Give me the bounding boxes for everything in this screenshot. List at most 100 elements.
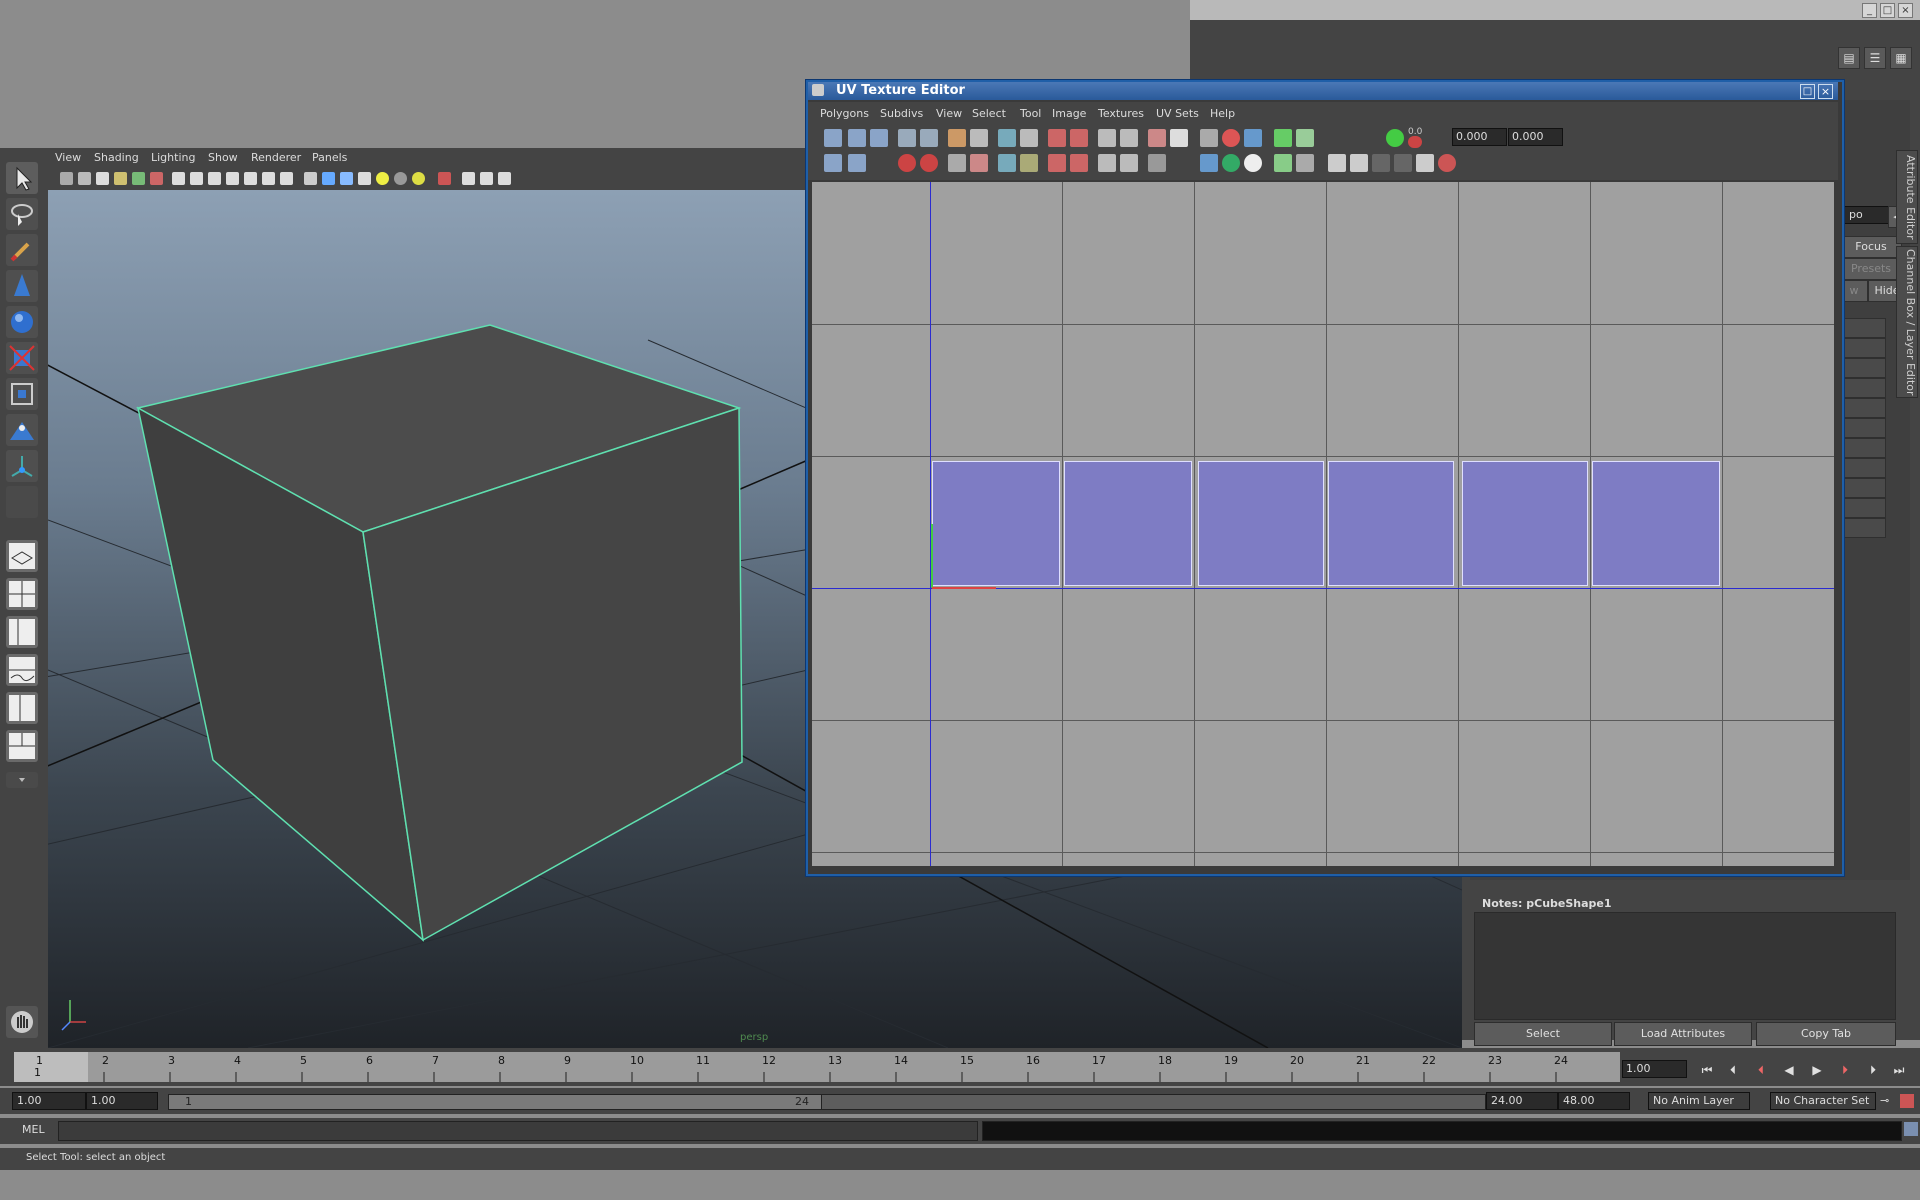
- step-forward-frame-icon[interactable]: ⏵: [1836, 1062, 1854, 1078]
- mel-label[interactable]: MEL: [22, 1123, 45, 1136]
- safe-title-icon[interactable]: [280, 172, 293, 185]
- attribute-row[interactable]: [1840, 518, 1886, 538]
- grid-toggle-icon[interactable]: [1200, 129, 1218, 147]
- uv-v-field[interactable]: 0.000: [1508, 128, 1563, 146]
- uv-shell-face[interactable]: [1064, 461, 1192, 586]
- attribute-row[interactable]: [1840, 478, 1886, 498]
- lasso-tool-icon[interactable]: [6, 198, 38, 230]
- focus-button[interactable]: Focus: [1840, 236, 1902, 258]
- uv-shell-face[interactable]: [1592, 461, 1720, 586]
- play-forwards-icon[interactable]: ▶: [1808, 1062, 1826, 1078]
- four-pane-layout-icon[interactable]: [6, 578, 38, 610]
- display-image-icon[interactable]: [1148, 129, 1166, 147]
- presets-button[interactable]: Presets: [1840, 258, 1902, 280]
- uv-select-icon[interactable]: [824, 129, 842, 147]
- checker-icon[interactable]: [1170, 129, 1188, 147]
- snap-icon[interactable]: [1222, 129, 1240, 147]
- time-slider[interactable]: [14, 1052, 1620, 1082]
- character-set-dropdown[interactable]: No Character Set: [1770, 1092, 1876, 1110]
- attribute-row[interactable]: [1840, 498, 1886, 518]
- scale-tool-icon[interactable]: [6, 342, 38, 374]
- viewport-menu-lighting[interactable]: Lighting: [151, 151, 195, 164]
- select-camera-icon[interactable]: [60, 172, 73, 185]
- cube-mesh[interactable]: [135, 324, 743, 942]
- field-chart-icon[interactable]: [244, 172, 257, 185]
- attribute-row[interactable]: [1840, 398, 1886, 418]
- gate-mask-icon[interactable]: [226, 172, 239, 185]
- alpha-channel-icon[interactable]: [1244, 154, 1262, 172]
- attribute-row[interactable]: [1840, 418, 1886, 438]
- split-uv-icon[interactable]: [970, 129, 988, 147]
- play-backwards-icon[interactable]: ◀: [1780, 1062, 1798, 1078]
- notes-textarea[interactable]: [1474, 912, 1896, 1020]
- cycle-uv-icon[interactable]: [1416, 154, 1434, 172]
- grid-uv-icon[interactable]: [1020, 129, 1038, 147]
- uv-shell-face[interactable]: [1198, 461, 1324, 586]
- hand-tool-icon[interactable]: [6, 1006, 38, 1038]
- animation-start-field[interactable]: 1.00: [12, 1092, 86, 1110]
- minimize-button[interactable]: _: [1862, 3, 1877, 18]
- uv-lattice-icon[interactable]: [824, 154, 842, 172]
- sew-uv-icon[interactable]: [948, 154, 966, 172]
- uv-move-icon[interactable]: [848, 154, 866, 172]
- uv-shell-face[interactable]: [1462, 461, 1588, 586]
- cut-uv-icon[interactable]: [948, 129, 966, 147]
- playback-start-field[interactable]: 1.00: [86, 1092, 158, 1110]
- attribute-row[interactable]: [1840, 318, 1886, 338]
- attribute-row[interactable]: [1840, 378, 1886, 398]
- playback-end-field[interactable]: 24.00: [1486, 1092, 1558, 1110]
- rotate-tool-icon[interactable]: [6, 306, 38, 338]
- rotate-ccw-icon[interactable]: [898, 154, 916, 172]
- range-slider-handle[interactable]: 1 24: [168, 1094, 822, 1110]
- layout-menu-icon[interactable]: [6, 772, 38, 788]
- move-tool-icon[interactable]: [6, 270, 38, 302]
- viewport-menu-renderer[interactable]: Renderer: [251, 151, 301, 164]
- image-range-icon[interactable]: [1148, 154, 1166, 172]
- uv-grid-area[interactable]: [812, 182, 1834, 866]
- node-name-field[interactable]: po: [1844, 206, 1892, 224]
- wireframe-on-shaded-icon[interactable]: [340, 172, 353, 185]
- key-icon[interactable]: ⊸: [1880, 1094, 1894, 1108]
- select-edge-icon[interactable]: [1120, 129, 1138, 147]
- show-button[interactable]: w: [1840, 280, 1868, 302]
- maximize-icon[interactable]: □: [1800, 84, 1815, 99]
- smooth-shade-icon[interactable]: [322, 172, 335, 185]
- select-button[interactable]: Select: [1474, 1022, 1612, 1046]
- shadows-icon[interactable]: [394, 172, 407, 185]
- checker-tile-icon[interactable]: [1296, 154, 1314, 172]
- uv-shell-face[interactable]: [1328, 461, 1454, 586]
- uv-menu-textures[interactable]: Textures: [1098, 107, 1144, 120]
- tool-settings-toggle-icon[interactable]: ☰: [1864, 47, 1886, 69]
- isolate-select-icon[interactable]: [438, 172, 451, 185]
- attribute-row[interactable]: [1840, 458, 1886, 478]
- align-max-u-icon[interactable]: [1070, 129, 1088, 147]
- attribute-row[interactable]: [1840, 358, 1886, 378]
- move-sew-icon[interactable]: [970, 154, 988, 172]
- universal-manip-icon[interactable]: [6, 378, 38, 410]
- texture-borders-icon[interactable]: [1200, 154, 1218, 172]
- outliner-layout-icon[interactable]: [6, 616, 38, 648]
- paint-select-tool-icon[interactable]: [6, 234, 38, 266]
- safe-action-icon[interactable]: [262, 172, 275, 185]
- 2d-pan-icon[interactable]: [132, 172, 145, 185]
- hypershade-layout-icon[interactable]: [6, 692, 38, 724]
- paste-uv-icon[interactable]: [1350, 154, 1368, 172]
- layout-uv-icon[interactable]: [998, 129, 1016, 147]
- maximize-button[interactable]: □: [1880, 3, 1895, 18]
- film-gate-icon[interactable]: [190, 172, 203, 185]
- uv-u-field[interactable]: 0.000: [1452, 128, 1507, 146]
- copy-uv-icon[interactable]: [1328, 154, 1346, 172]
- channel-box-tab[interactable]: Channel Box / Layer Editor: [1896, 246, 1918, 398]
- attribute-editor-toggle-icon[interactable]: ▤: [1838, 47, 1860, 69]
- relax-uv-icon[interactable]: [1020, 154, 1038, 172]
- wireframe-icon[interactable]: [304, 172, 317, 185]
- uv-menu-subdivs[interactable]: Subdivs: [880, 107, 923, 120]
- camera-attributes-icon[interactable]: [78, 172, 91, 185]
- transform-uv-icon[interactable]: [1386, 129, 1404, 147]
- textured-icon[interactable]: [358, 172, 371, 185]
- single-pane-layout-icon[interactable]: [6, 540, 38, 572]
- uv-smudge-icon[interactable]: [870, 129, 888, 147]
- preferences-icon[interactable]: [1900, 1094, 1914, 1108]
- channel-box-toggle-icon[interactable]: ▦: [1890, 47, 1912, 69]
- align-min-u-icon[interactable]: [1048, 129, 1066, 147]
